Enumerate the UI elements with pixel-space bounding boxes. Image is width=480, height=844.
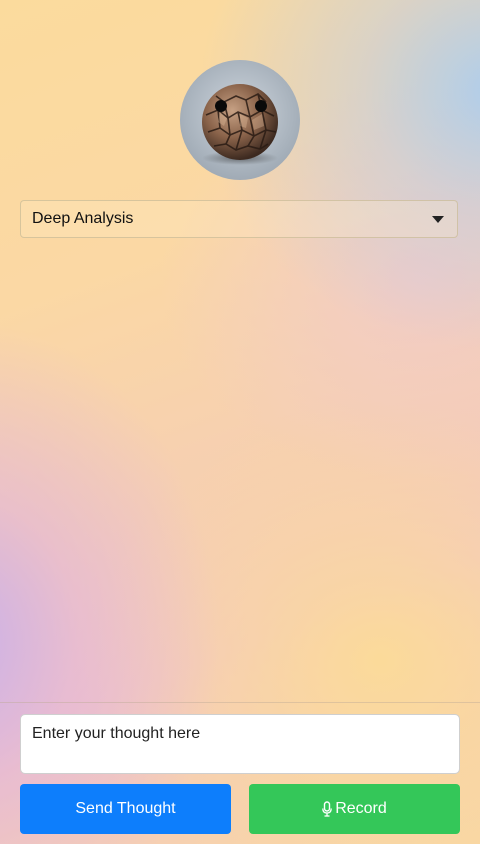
send-thought-button[interactable]: Send Thought — [20, 784, 231, 834]
caret-down-icon — [432, 215, 444, 223]
thought-input[interactable]: Enter your thought here — [20, 714, 460, 774]
send-thought-label: Send Thought — [75, 800, 176, 817]
microphone-icon — [322, 801, 333, 817]
composer-divider — [0, 702, 480, 703]
record-label: Record — [335, 800, 387, 817]
record-button[interactable]: Record — [249, 784, 460, 834]
mode-select-value: Deep Analysis — [32, 210, 134, 227]
rock-face-avatar-icon — [202, 84, 278, 165]
mode-select[interactable]: Deep Analysis — [20, 200, 458, 238]
avatar — [180, 60, 300, 180]
